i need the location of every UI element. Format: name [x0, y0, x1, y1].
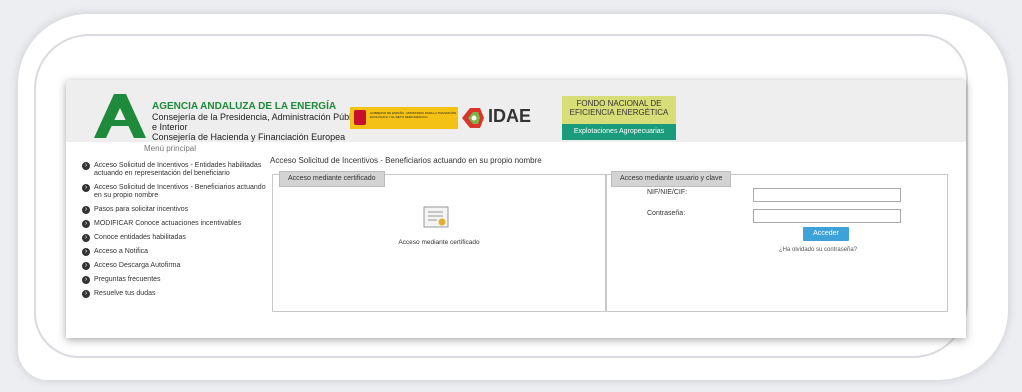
andalucia-logo-icon — [94, 94, 146, 138]
menu-title: Menú principal — [144, 144, 197, 153]
idae-label: IDAE — [488, 106, 532, 126]
menu-item-preguntas[interactable]: Preguntas frecuentes — [82, 276, 272, 284]
spain-shield-icon — [354, 110, 366, 125]
gobierno-espana-logo: GOBIERNO DE ESPAÑA · MINISTERIO PARA LA … — [350, 107, 458, 129]
fondo-banner: FONDO NACIONAL DE EFICIENCIA ENERGÉTICA — [562, 96, 676, 124]
agency-line-2: e Interior — [152, 122, 188, 132]
menu-item-pasos[interactable]: Pasos para solicitar incentivos — [82, 206, 272, 214]
user-password-panel: Acceso mediante usuario y clave NIF/NIE/… — [606, 171, 948, 312]
menu-item-autofirma[interactable]: Acceso Descarga Autofirma — [82, 262, 272, 270]
acceder-button[interactable]: Acceder — [803, 227, 849, 241]
menu-item-modificar[interactable]: MODIFICAR Conoce actuaciones incentivabl… — [82, 220, 272, 228]
menu-item-entidades[interactable]: Acceso Solicitud de Incentivos - Entidad… — [82, 162, 272, 178]
password-label: Contraseña: — [647, 210, 686, 217]
menu-item-entidades-habilitadas[interactable]: Conoce entidades habilitadas — [82, 234, 272, 242]
nif-label: NIF/NIE/CIF: — [647, 189, 688, 196]
certificate-icon[interactable] — [423, 205, 449, 231]
header-banner: AGENCIA ANDALUZA DE LA ENERGÍA Consejerí… — [66, 80, 966, 142]
agency-line-1: Consejería de la Presidencia, Administra… — [152, 112, 363, 122]
forgot-password-link[interactable]: ¿Ha olvidado su contraseña? — [779, 247, 857, 253]
certificate-panel: Acceso mediante certificado Acceso media… — [272, 171, 606, 312]
page-title: Acceso Solicitud de Incentivos - Benefic… — [270, 156, 542, 165]
agency-line-3: Consejería de Hacienda y Financiación Eu… — [152, 132, 346, 142]
agency-name: AGENCIA ANDALUZA DE LA ENERGÍA — [152, 101, 337, 112]
web-page: AGENCIA ANDALUZA DE LA ENERGÍA Consejerí… — [66, 80, 966, 338]
user-password-tab: Acceso mediante usuario y clave — [611, 171, 732, 187]
menu-item-dudas[interactable]: Resuelve tus dudas — [82, 290, 272, 298]
fondo-line-1: FONDO NACIONAL DE — [576, 99, 662, 108]
nif-input[interactable] — [753, 188, 901, 202]
menu-item-notifica[interactable]: Acceso a Notifica — [82, 248, 272, 256]
agency-block: AGENCIA ANDALUZA DE LA ENERGÍA Consejerí… — [152, 101, 363, 143]
certificate-tab: Acceso mediante certificado — [279, 171, 385, 187]
fondo-subtitle: Explotaciones Agropecuarias — [562, 124, 676, 140]
menu-item-beneficiarios[interactable]: Acceso Solicitud de Incentivos - Benefic… — [82, 184, 272, 200]
certificate-label[interactable]: Acceso mediante certificado — [273, 239, 605, 246]
fondo-line-2: EFICIENCIA ENERGÉTICA — [569, 108, 669, 117]
main-menu: Acceso Solicitud de Incentivos - Entidad… — [82, 162, 272, 304]
password-input[interactable] — [753, 209, 901, 223]
gov-text: GOBIERNO DE ESPAÑA · MINISTERIO PARA LA … — [370, 111, 457, 119]
